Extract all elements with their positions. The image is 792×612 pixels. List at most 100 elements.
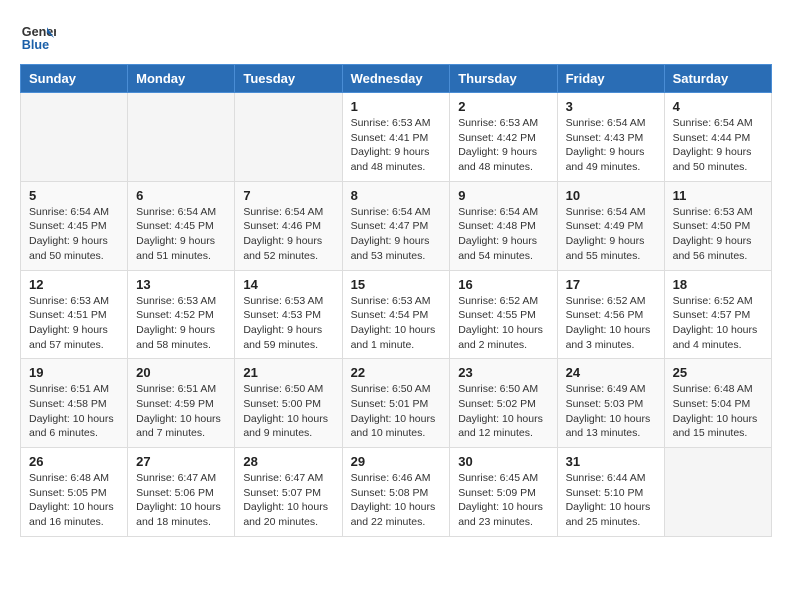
- calendar-week-row: 12 Sunrise: 6:53 AM Sunset: 4:51 PM Dayli…: [21, 270, 772, 359]
- day-number: 10: [566, 188, 656, 203]
- calendar-cell: 28 Sunrise: 6:47 AM Sunset: 5:07 PM Dayli…: [235, 448, 342, 537]
- day-info: Sunrise: 6:54 AM Sunset: 4:47 PM Dayligh…: [351, 205, 442, 264]
- weekday-header-tuesday: Tuesday: [235, 65, 342, 93]
- day-number: 18: [673, 277, 763, 292]
- day-number: 3: [566, 99, 656, 114]
- day-info: Sunrise: 6:48 AM Sunset: 5:05 PM Dayligh…: [29, 471, 119, 530]
- day-number: 17: [566, 277, 656, 292]
- day-number: 4: [673, 99, 763, 114]
- calendar-cell: 24Sunrise: 6:49 AM Sunset: 5:03 PM Dayli…: [557, 359, 664, 448]
- day-number: 5: [29, 188, 119, 203]
- day-info: Sunrise: 6:49 AM Sunset: 5:03 PM Dayligh…: [566, 382, 656, 441]
- day-info: Sunrise: 6:54 AM Sunset: 4:48 PM Dayligh…: [458, 205, 548, 264]
- day-number: 8: [351, 188, 442, 203]
- calendar-cell: 11 Sunrise: 6:53 AM Sunset: 4:50 PM Dayli…: [664, 181, 771, 270]
- calendar-cell: 21 Sunrise: 6:50 AM Sunset: 5:00 PM Dayli…: [235, 359, 342, 448]
- calendar-cell: 2 Sunrise: 6:53 AM Sunset: 4:42 PM Daylig…: [450, 93, 557, 182]
- day-number: 25: [673, 365, 763, 380]
- calendar-cell: 1 Sunrise: 6:53 AM Sunset: 4:41 PM Daylig…: [342, 93, 450, 182]
- svg-text:Blue: Blue: [22, 38, 49, 52]
- day-info: Sunrise: 6:54 AM Sunset: 4:46 PM Dayligh…: [243, 205, 333, 264]
- day-info: Sunrise: 6:52 AM Sunset: 4:57 PM Dayligh…: [673, 294, 763, 353]
- calendar-cell: 10 Sunrise: 6:54 AM Sunset: 4:49 PM Dayli…: [557, 181, 664, 270]
- day-number: 27: [136, 454, 226, 469]
- day-number: 11: [673, 188, 763, 203]
- calendar-cell: 23Sunrise: 6:50 AM Sunset: 5:02 PM Dayli…: [450, 359, 557, 448]
- calendar-week-row: 26Sunrise: 6:48 AM Sunset: 5:05 PM Dayli…: [21, 448, 772, 537]
- day-info: Sunrise: 6:46 AM Sunset: 5:08 PM Dayligh…: [351, 471, 442, 530]
- day-info: Sunrise: 6:53 AM Sunset: 4:53 PM Dayligh…: [243, 294, 333, 353]
- calendar-cell: 12 Sunrise: 6:53 AM Sunset: 4:51 PM Dayli…: [21, 270, 128, 359]
- day-info: Sunrise: 6:44 AM Sunset: 5:10 PM Dayligh…: [566, 471, 656, 530]
- calendar-cell: 26Sunrise: 6:48 AM Sunset: 5:05 PM Dayli…: [21, 448, 128, 537]
- day-number: 30: [458, 454, 548, 469]
- day-number: 23: [458, 365, 548, 380]
- day-number: 7: [243, 188, 333, 203]
- day-info: Sunrise: 6:52 AM Sunset: 4:55 PM Dayligh…: [458, 294, 548, 353]
- day-info: Sunrise: 6:52 AM Sunset: 4:56 PM Dayligh…: [566, 294, 656, 353]
- day-info: Sunrise: 6:53 AM Sunset: 4:50 PM Dayligh…: [673, 205, 763, 264]
- calendar-cell: 14Sunrise: 6:53 AM Sunset: 4:53 PM Dayli…: [235, 270, 342, 359]
- day-info: Sunrise: 6:50 AM Sunset: 5:00 PM Dayligh…: [243, 382, 333, 441]
- day-number: 20: [136, 365, 226, 380]
- calendar-cell: [235, 93, 342, 182]
- calendar-cell: 30 Sunrise: 6:45 AM Sunset: 5:09 PM Dayli…: [450, 448, 557, 537]
- day-info: Sunrise: 6:45 AM Sunset: 5:09 PM Dayligh…: [458, 471, 548, 530]
- logo-icon: General Blue: [20, 20, 56, 56]
- day-info: Sunrise: 6:53 AM Sunset: 4:52 PM Dayligh…: [136, 294, 226, 353]
- calendar-table: SundayMondayTuesdayWednesdayThursdayFrid…: [20, 64, 772, 537]
- day-number: 1: [351, 99, 442, 114]
- calendar-cell: 29 Sunrise: 6:46 AM Sunset: 5:08 PM Dayli…: [342, 448, 450, 537]
- day-info: Sunrise: 6:48 AM Sunset: 5:04 PM Dayligh…: [673, 382, 763, 441]
- calendar-week-row: 5 Sunrise: 6:54 AM Sunset: 4:45 PM Daylig…: [21, 181, 772, 270]
- day-number: 15: [351, 277, 442, 292]
- day-number: 6: [136, 188, 226, 203]
- day-info: Sunrise: 6:54 AM Sunset: 4:45 PM Dayligh…: [29, 205, 119, 264]
- day-info: Sunrise: 6:53 AM Sunset: 4:51 PM Dayligh…: [29, 294, 119, 353]
- day-number: 31: [566, 454, 656, 469]
- day-info: Sunrise: 6:54 AM Sunset: 4:45 PM Dayligh…: [136, 205, 226, 264]
- page-header: General Blue: [20, 20, 772, 56]
- day-info: Sunrise: 6:54 AM Sunset: 4:43 PM Dayligh…: [566, 116, 656, 175]
- weekday-header-saturday: Saturday: [664, 65, 771, 93]
- weekday-header-monday: Monday: [128, 65, 235, 93]
- calendar-week-row: 1 Sunrise: 6:53 AM Sunset: 4:41 PM Daylig…: [21, 93, 772, 182]
- calendar-cell: 13 Sunrise: 6:53 AM Sunset: 4:52 PM Dayli…: [128, 270, 235, 359]
- calendar-cell: 5 Sunrise: 6:54 AM Sunset: 4:45 PM Daylig…: [21, 181, 128, 270]
- weekday-header-thursday: Thursday: [450, 65, 557, 93]
- day-number: 12: [29, 277, 119, 292]
- day-number: 28: [243, 454, 333, 469]
- day-info: Sunrise: 6:54 AM Sunset: 4:44 PM Dayligh…: [673, 116, 763, 175]
- day-info: Sunrise: 6:53 AM Sunset: 4:54 PM Dayligh…: [351, 294, 442, 353]
- calendar-cell: 22Sunrise: 6:50 AM Sunset: 5:01 PM Dayli…: [342, 359, 450, 448]
- calendar-cell: 27 Sunrise: 6:47 AM Sunset: 5:06 PM Dayli…: [128, 448, 235, 537]
- calendar-cell: 17 Sunrise: 6:52 AM Sunset: 4:56 PM Dayli…: [557, 270, 664, 359]
- calendar-cell: 18 Sunrise: 6:52 AM Sunset: 4:57 PM Dayli…: [664, 270, 771, 359]
- calendar-cell: 31 Sunrise: 6:44 AM Sunset: 5:10 PM Dayli…: [557, 448, 664, 537]
- calendar-cell: 15 Sunrise: 6:53 AM Sunset: 4:54 PM Dayli…: [342, 270, 450, 359]
- day-number: 16: [458, 277, 548, 292]
- day-info: Sunrise: 6:47 AM Sunset: 5:07 PM Dayligh…: [243, 471, 333, 530]
- calendar-cell: 16 Sunrise: 6:52 AM Sunset: 4:55 PM Dayli…: [450, 270, 557, 359]
- calendar-cell: 3 Sunrise: 6:54 AM Sunset: 4:43 PM Daylig…: [557, 93, 664, 182]
- calendar-cell: [128, 93, 235, 182]
- calendar-cell: [664, 448, 771, 537]
- calendar-cell: 8 Sunrise: 6:54 AM Sunset: 4:47 PM Daylig…: [342, 181, 450, 270]
- day-info: Sunrise: 6:53 AM Sunset: 4:42 PM Dayligh…: [458, 116, 548, 175]
- weekday-header-wednesday: Wednesday: [342, 65, 450, 93]
- calendar-header-row: SundayMondayTuesdayWednesdayThursdayFrid…: [21, 65, 772, 93]
- day-info: Sunrise: 6:54 AM Sunset: 4:49 PM Dayligh…: [566, 205, 656, 264]
- day-number: 13: [136, 277, 226, 292]
- day-number: 2: [458, 99, 548, 114]
- logo: General Blue: [20, 20, 56, 56]
- calendar-cell: 9 Sunrise: 6:54 AM Sunset: 4:48 PM Daylig…: [450, 181, 557, 270]
- day-number: 21: [243, 365, 333, 380]
- day-number: 9: [458, 188, 548, 203]
- calendar-week-row: 19Sunrise: 6:51 AM Sunset: 4:58 PM Dayli…: [21, 359, 772, 448]
- weekday-header-sunday: Sunday: [21, 65, 128, 93]
- day-info: Sunrise: 6:53 AM Sunset: 4:41 PM Dayligh…: [351, 116, 442, 175]
- calendar-cell: 19Sunrise: 6:51 AM Sunset: 4:58 PM Dayli…: [21, 359, 128, 448]
- day-number: 22: [351, 365, 442, 380]
- day-number: 29: [351, 454, 442, 469]
- day-info: Sunrise: 6:47 AM Sunset: 5:06 PM Dayligh…: [136, 471, 226, 530]
